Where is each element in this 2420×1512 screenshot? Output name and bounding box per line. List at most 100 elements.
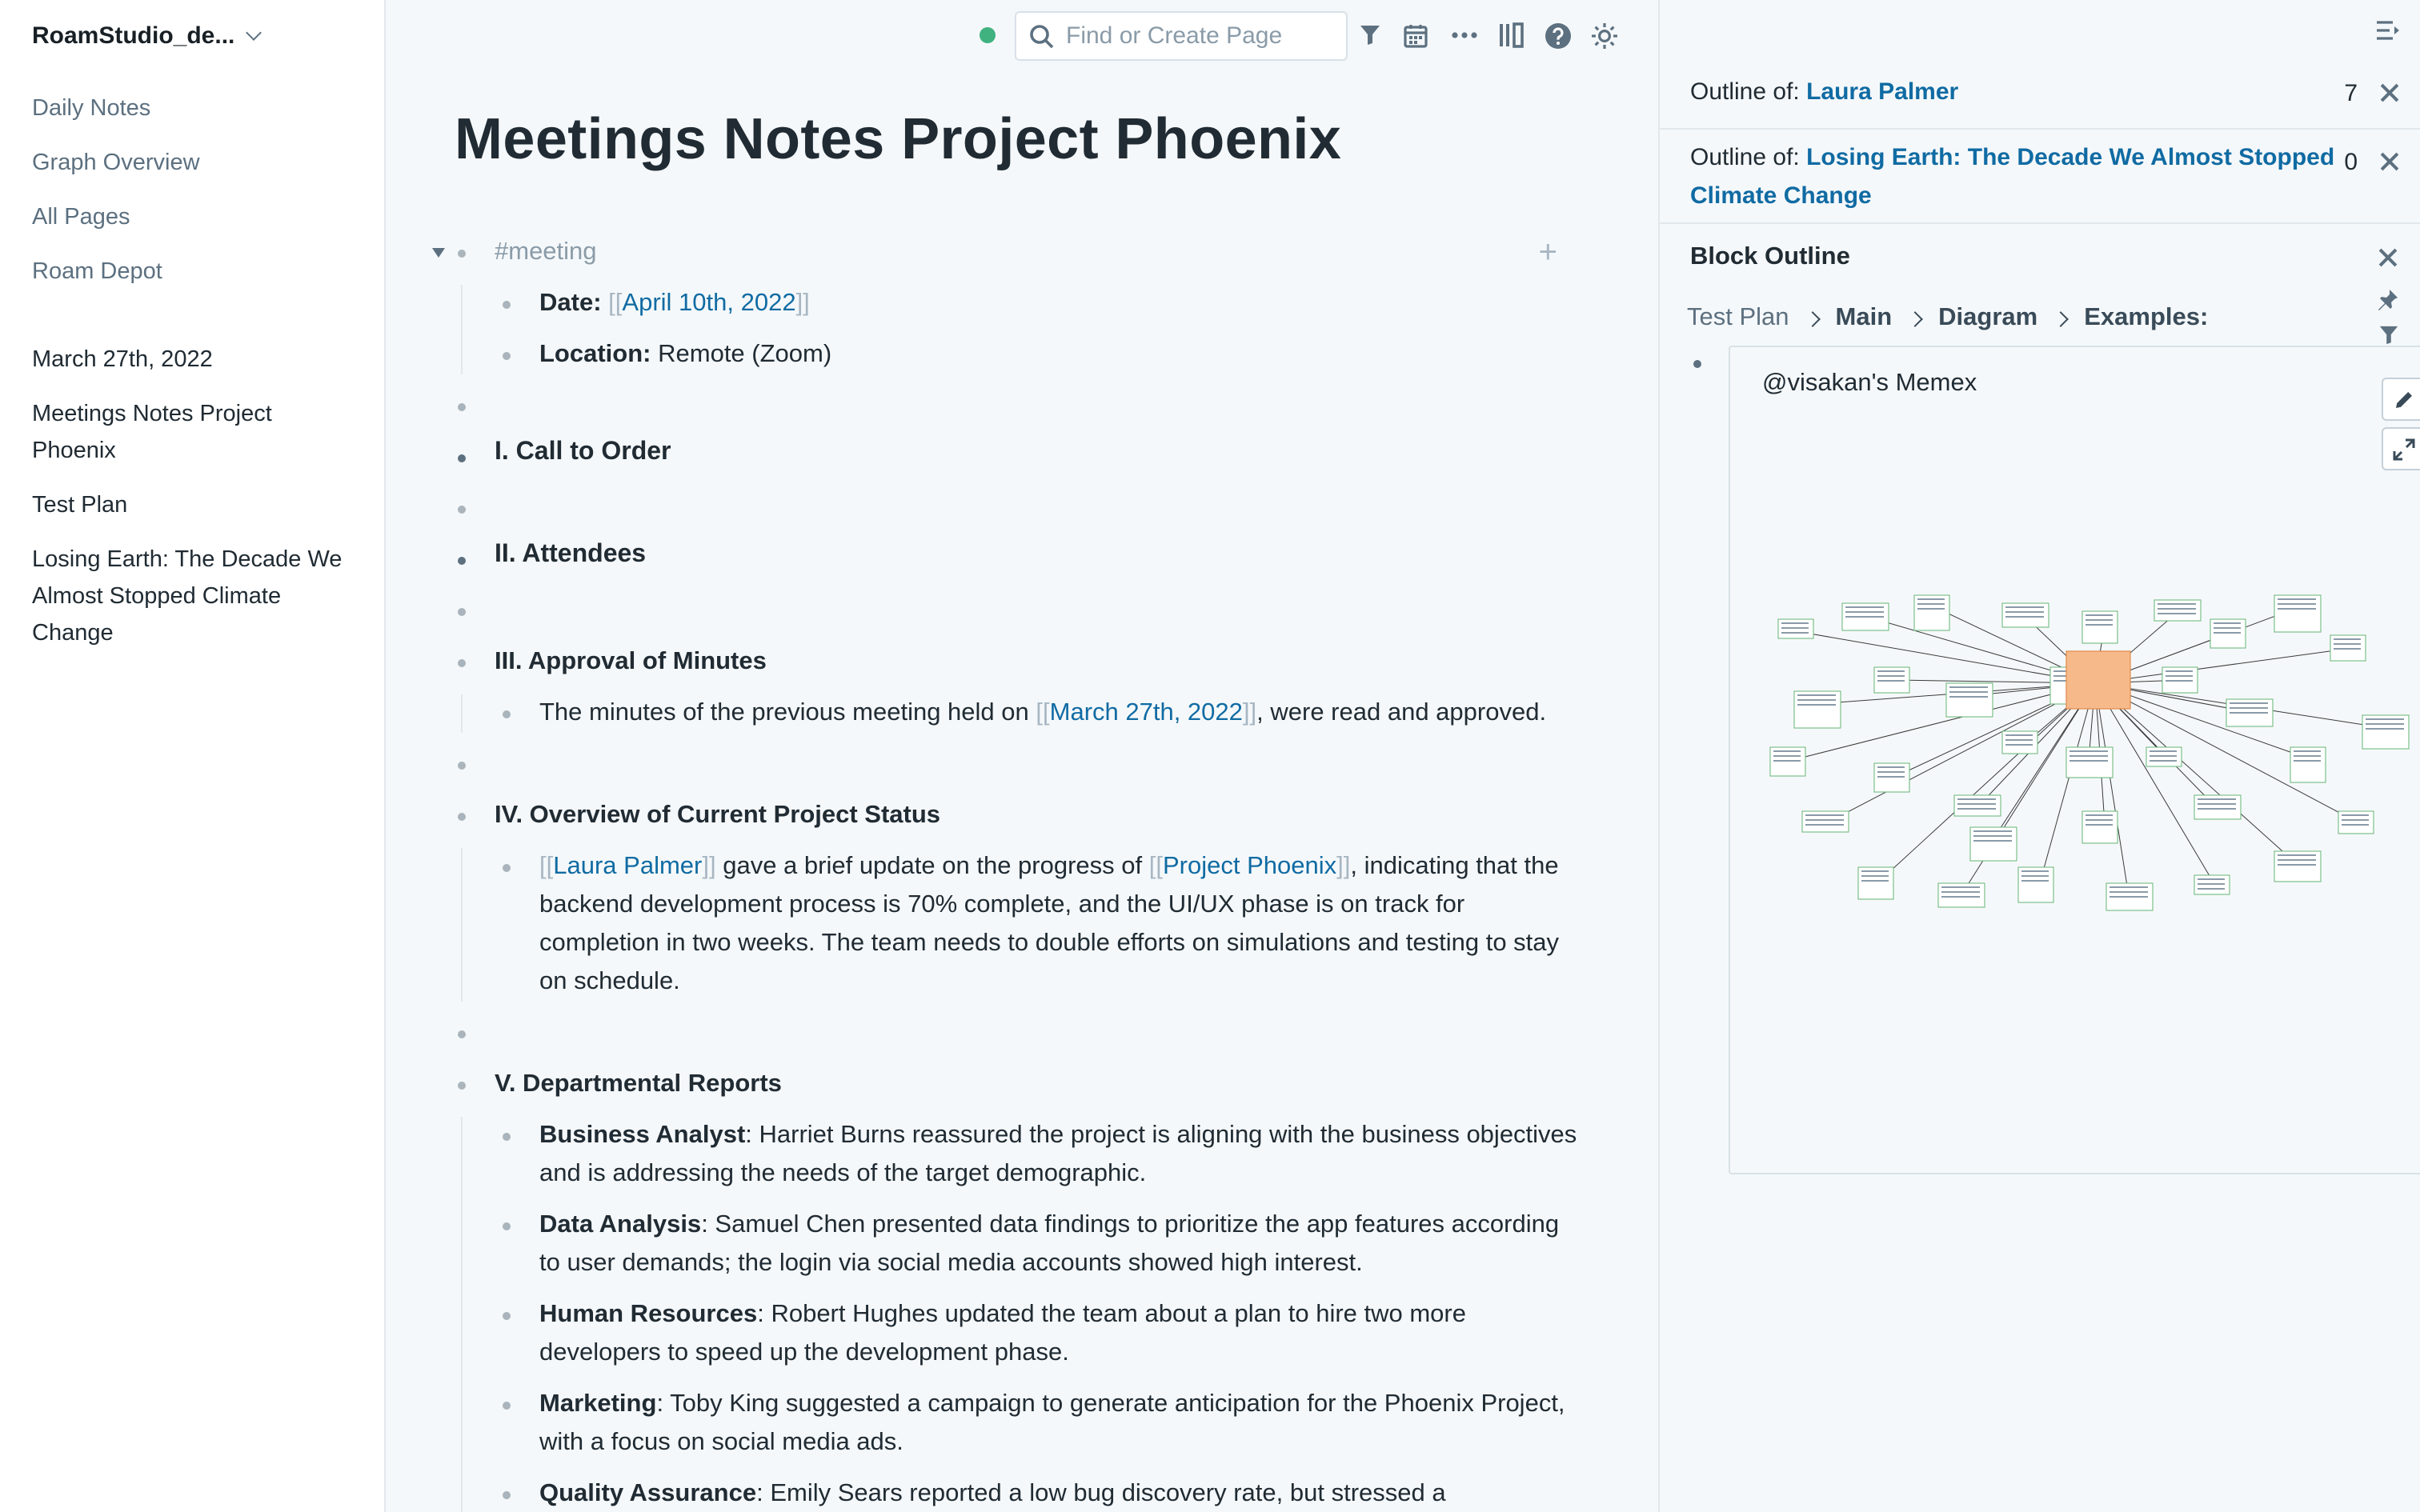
edit-icon[interactable]	[2382, 378, 2420, 421]
meeting-tag[interactable]: #meeting	[495, 238, 597, 266]
block-bullet[interactable]	[458, 608, 466, 616]
block-bullet[interactable]	[503, 301, 511, 309]
outline-panel-laura-palmer: Outline of: Laura Palmer 7	[1660, 67, 2420, 130]
help-icon[interactable]	[1543, 21, 1572, 50]
block-bullet[interactable]	[458, 250, 466, 258]
block-row[interactable]: Quality Assurance: Emily Sears reported …	[463, 1475, 1586, 1512]
block: IV. Overview of Current Project Status […	[434, 797, 1586, 1002]
graph-name: RoamStudio_de...	[32, 22, 235, 50]
block-row[interactable]: III. Approval of Minutes	[434, 643, 1586, 682]
breadcrumb-item[interactable]: Examples:	[2084, 304, 2208, 333]
heading-approval-minutes: III. Approval of Minutes	[495, 648, 767, 675]
sidebar-item-roam-depot[interactable]: Roam Depot	[32, 256, 200, 310]
block-bullet[interactable]	[503, 1133, 511, 1141]
shortcut-item[interactable]: March 27th, 2022	[32, 342, 360, 379]
block-bullet[interactable]	[458, 403, 466, 411]
search-icon	[1030, 24, 1054, 48]
embedded-diagram[interactable]: @visakan's Memex	[1729, 346, 2420, 1174]
empty-block[interactable]	[434, 490, 1586, 528]
pin-icon[interactable]	[2377, 288, 2399, 310]
outline-link[interactable]: Laura Palmer	[1806, 78, 1958, 106]
date-label: Date:	[539, 290, 602, 317]
block-bullet[interactable]	[458, 506, 466, 514]
block-bullet[interactable]	[503, 1402, 511, 1410]
block-bullet[interactable]	[503, 1312, 511, 1320]
page-link[interactable]: Laura Palmer	[553, 853, 702, 880]
empty-block[interactable]	[434, 746, 1586, 784]
block-row[interactable]: Data Analysis: Samuel Chen presented dat…	[463, 1206, 1586, 1283]
block-bullet[interactable]	[458, 813, 466, 821]
report-role: Quality Assurance	[539, 1480, 757, 1507]
expand-icon[interactable]	[2382, 427, 2420, 470]
block-row[interactable]: Location: Remote (Zoom)	[463, 336, 1586, 374]
block-bullet[interactable]	[458, 557, 466, 565]
block-row[interactable]: The minutes of the previous meeting held…	[463, 694, 1586, 733]
block-row[interactable]: [[Laura Palmer]] gave a brief update on …	[463, 848, 1586, 1002]
collapse-caret-icon[interactable]	[432, 248, 445, 258]
more-icon[interactable]	[1450, 21, 1479, 50]
add-icon[interactable]: +	[1539, 234, 1557, 272]
page-link[interactable]: March 27th, 2022	[1050, 699, 1243, 726]
report-role: Marketing	[539, 1390, 657, 1418]
block-bullet[interactable]	[503, 1222, 511, 1230]
right-sidebar: Outline of: Laura Palmer 7 Outline of: L…	[1658, 0, 2420, 1512]
block-row[interactable]: IV. Overview of Current Project Status	[434, 797, 1586, 835]
breadcrumb: Test Plan Main Diagram Examples:	[1687, 304, 2208, 333]
block-bullet[interactable]	[458, 762, 466, 770]
sidebar-nav: Daily Notes Graph Overview All Pages Roa…	[32, 93, 200, 310]
block-bullet[interactable]	[458, 659, 466, 667]
calendar-icon[interactable]	[1400, 21, 1429, 50]
block-row[interactable]: Human Resources: Robert Hughes updated t…	[463, 1296, 1586, 1373]
sidebar-menu-icon[interactable]	[2375, 19, 2401, 42]
sidebar-toggle-icon[interactable]	[1496, 21, 1525, 50]
page-title[interactable]: Meetings Notes Project Phoenix	[455, 106, 1341, 173]
breadcrumb-item[interactable]: Diagram	[1938, 304, 2037, 333]
outline-prefix: Outline of:	[1690, 78, 1807, 106]
heading-project-status: IV. Overview of Current Project Status	[495, 802, 941, 829]
chevron-right-icon	[1804, 310, 1821, 326]
block: III. Approval of Minutes The minutes of …	[434, 643, 1586, 733]
page-link[interactable]: Project Phoenix	[1163, 853, 1336, 880]
block-row[interactable]: #meeting +	[432, 234, 1586, 272]
graph-switcher[interactable]: RoamStudio_de...	[32, 22, 262, 50]
left-sidebar: RoamStudio_de... Daily Notes Graph Overv…	[0, 0, 386, 1512]
heading-call-to-order: I. Call to Order	[495, 438, 671, 466]
shortcut-item[interactable]: Losing Earth: The Decade We Almost Stopp…	[32, 542, 360, 653]
block-row[interactable]: I. Call to Order	[434, 438, 1586, 477]
breadcrumb-item[interactable]: Test Plan	[1687, 304, 1789, 333]
block-bullet[interactable]	[503, 864, 511, 872]
search-input[interactable]	[1066, 22, 1338, 50]
empty-block[interactable]	[434, 387, 1586, 426]
filter-icon[interactable]	[2378, 325, 2399, 346]
block-row[interactable]: Business Analyst: Harriet Burns reassure…	[463, 1117, 1586, 1194]
heading-departmental-reports: V. Departmental Reports	[495, 1070, 782, 1098]
block-bullet[interactable]	[503, 1491, 511, 1499]
block-bullet[interactable]	[458, 454, 466, 462]
location-value: Remote (Zoom)	[658, 341, 832, 368]
sidebar-item-graph-overview[interactable]: Graph Overview	[32, 147, 200, 202]
shortcut-item[interactable]: Test Plan	[32, 488, 360, 525]
close-icon[interactable]	[2377, 246, 2399, 269]
theme-toggle-icon[interactable]	[1589, 21, 1618, 50]
shortcut-item[interactable]: Meetings Notes Project Phoenix	[32, 397, 360, 470]
filter-icon[interactable]	[1356, 21, 1384, 50]
block-bullet[interactable]	[458, 1082, 466, 1090]
search-box[interactable]	[1015, 11, 1348, 61]
block-bullet[interactable]	[503, 352, 511, 360]
block-bullet[interactable]	[458, 1030, 466, 1038]
heading-attendees: II. Attendees	[495, 541, 647, 568]
sidebar-item-all-pages[interactable]: All Pages	[32, 202, 200, 256]
page-link[interactable]: April 10th, 2022	[622, 290, 795, 317]
close-icon[interactable]	[2378, 150, 2401, 173]
close-icon[interactable]	[2378, 82, 2401, 104]
empty-block[interactable]	[434, 1014, 1586, 1053]
breadcrumb-item[interactable]: Main	[1836, 304, 1893, 333]
block-bullet[interactable]	[1693, 360, 1701, 368]
block-row[interactable]: Date: [[April 10th, 2022]]	[463, 285, 1586, 323]
block-bullet[interactable]	[503, 710, 511, 718]
sidebar-item-daily-notes[interactable]: Daily Notes	[32, 93, 200, 147]
block-row[interactable]: V. Departmental Reports	[434, 1066, 1586, 1104]
block-row[interactable]: II. Attendees	[434, 541, 1586, 579]
empty-block[interactable]	[434, 592, 1586, 630]
block-row[interactable]: Marketing: Toby King suggested a campaig…	[463, 1386, 1586, 1462]
